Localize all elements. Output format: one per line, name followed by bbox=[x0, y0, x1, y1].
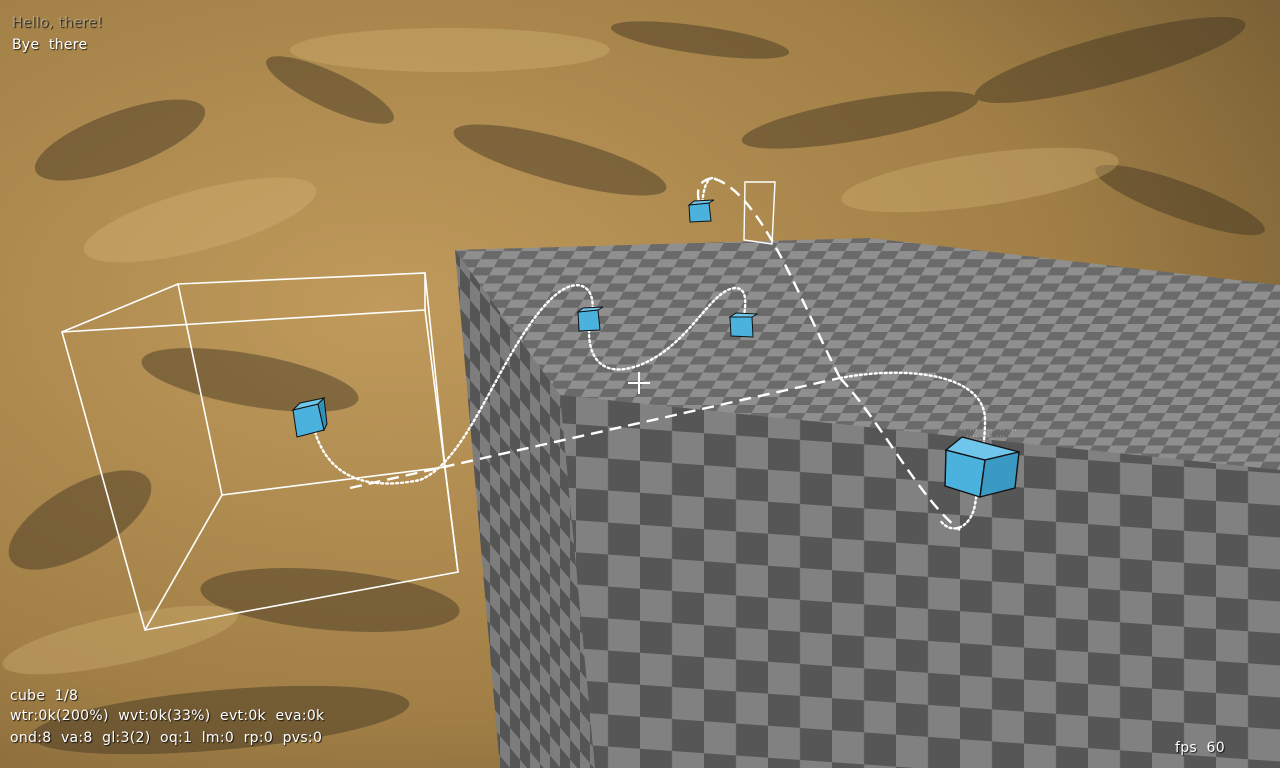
stats-world-render: wtr:0k(200%) wvt:0k(33%) evt:0k eva:0k bbox=[10, 708, 325, 724]
cube-debug-label: ·· ··· · ··· ·· ··· ···· · ·· ··· bbox=[960, 428, 1018, 440]
crosshair-icon bbox=[628, 372, 650, 394]
stats-cube-count: cube 1/8 bbox=[10, 688, 79, 704]
stats-occlusion: ond:8 va:8 gl:3(2) oq:1 lm:0 rp:0 pvs:0 bbox=[10, 730, 323, 746]
fps-counter: fps 60 bbox=[1175, 740, 1225, 756]
greeting-text: Bye there bbox=[12, 37, 88, 53]
greeting-faint-text: Hello, there! bbox=[12, 15, 103, 31]
